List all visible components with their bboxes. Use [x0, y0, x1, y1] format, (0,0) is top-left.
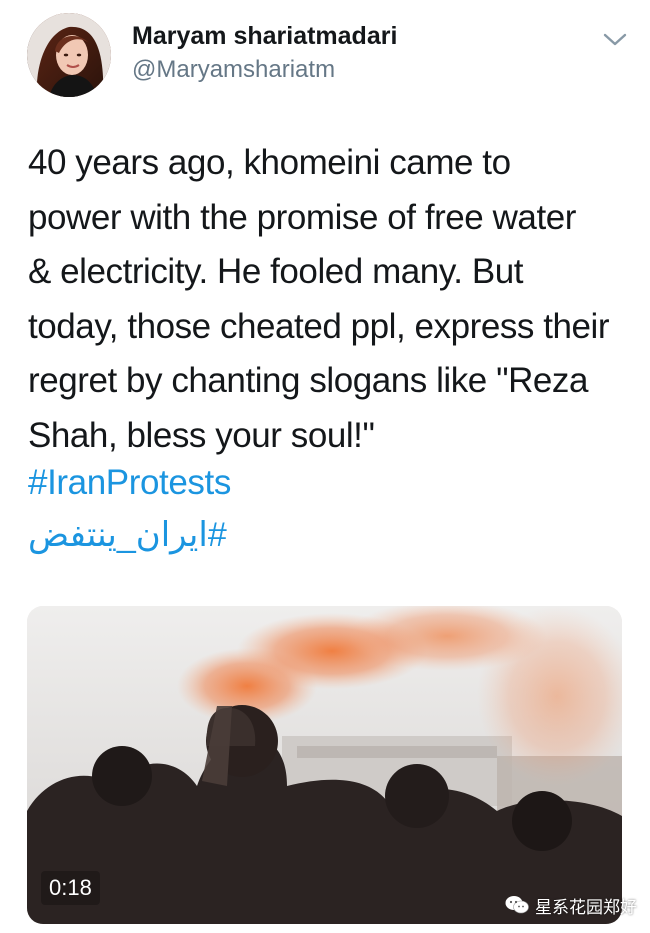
wechat-icon — [505, 896, 529, 914]
author-name[interactable]: Maryam shariatmadari — [132, 22, 397, 51]
author-handle[interactable]: @Maryamshariatm — [132, 56, 335, 84]
tweet-text: 40 years ago, khomeini came to power wit… — [28, 143, 610, 455]
tweet-card: Maryam shariatmadari @Maryamshariatm 40 … — [0, 0, 650, 933]
watermark: 星系花园郑好 — [505, 893, 637, 918]
video-duration: 0:18 — [41, 871, 100, 905]
video-player[interactable]: 0:18 — [27, 606, 622, 924]
hashtag-link[interactable]: #ایران_ینتفض — [28, 515, 227, 555]
video-thumbnail — [27, 606, 622, 924]
watermark-text: 星系花园郑好 — [535, 897, 637, 918]
hashtag-link[interactable]: #IranProtests — [28, 463, 231, 503]
chevron-down-icon[interactable] — [602, 31, 628, 49]
avatar[interactable] — [27, 13, 111, 97]
